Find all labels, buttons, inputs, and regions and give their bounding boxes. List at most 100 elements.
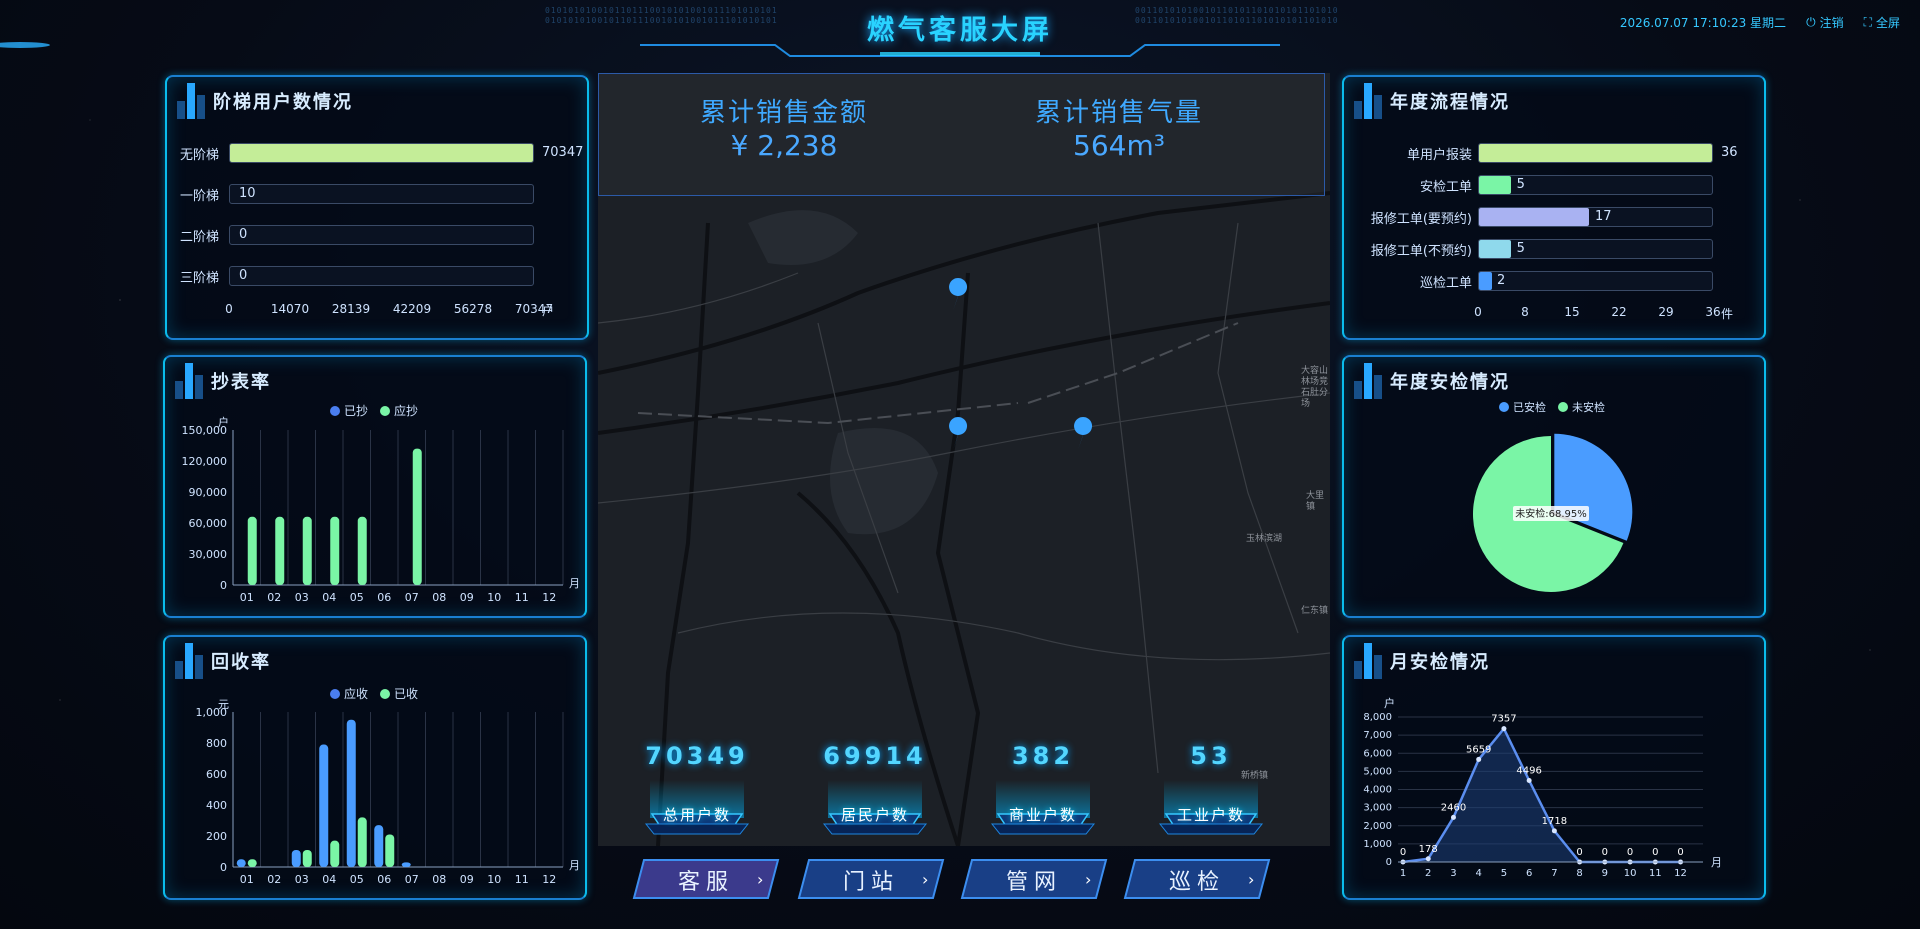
bar <box>385 834 395 867</box>
sales-summary: 累计销售金额 ¥ 2,238 累计销售气量 564m³ <box>598 73 1325 196</box>
kpi-card: 69914 居民户数 <box>810 742 940 836</box>
data-label: 0 <box>1576 847 1582 858</box>
recovery-rate-panel: 回收率 应收 已收 元 1,000 800 600 400 200 0 01 02 03 04 05 0… <box>163 635 587 900</box>
kpi-card: 382 商业户数 <box>978 742 1108 836</box>
panel-title: 阶梯用户数情况 <box>213 92 353 113</box>
x-tick-label: 10 <box>1624 868 1637 879</box>
bar-label: 安检工单 <box>1419 180 1472 195</box>
x-tick-label: 7 <box>1551 868 1557 879</box>
axis-tick-label: 22 <box>1611 305 1627 319</box>
axis-tick-label: 8 <box>1521 305 1529 319</box>
expand-icon: ⛶ <box>1863 15 1872 29</box>
pie-label: 未安检:68.95% <box>1515 507 1587 520</box>
x-tick-label: 12 <box>542 591 556 604</box>
bar-value: 36 <box>1721 145 1738 160</box>
monthly-line-chart: 户 8,000 7,000 6,000 5,000 4,000 3,000 2,000 1,00… <box>1363 696 1722 879</box>
bar <box>374 825 384 867</box>
x-tick-label: 12 <box>1674 868 1687 879</box>
page-title: 燃气客服大屏 <box>867 15 1053 46</box>
x-tick-label: 05 <box>350 591 364 604</box>
bar-value: 70347 <box>542 145 584 160</box>
kpi-podium: 居民户数 <box>820 780 930 836</box>
kpi-value: 70349 <box>645 742 749 770</box>
y-tick-label: 8,000 <box>1363 712 1392 723</box>
y-tick-label: 90,000 <box>189 486 228 499</box>
panel-title: 年度安检情况 <box>1390 372 1510 393</box>
panel-header: 阶梯用户数情况 <box>177 83 353 119</box>
y-tick-label: 0 <box>220 579 227 592</box>
binary-decor-left: 0101010100101101110010101001011101010101 <box>545 6 778 15</box>
axis-tick-label: 14070 <box>270 302 310 316</box>
bar-label: 三阶梯 <box>179 271 219 286</box>
fullscreen-button[interactable]: ⛶ 全屏 <box>1864 14 1900 31</box>
nav-button-3[interactable]: › 巡检 <box>1123 858 1271 900</box>
x-tick-label: 6 <box>1526 868 1532 879</box>
x-tick-label: 1 <box>1400 868 1406 879</box>
sales-gas-value: 564m³ <box>1073 129 1165 162</box>
bar-track[interactable] <box>1478 143 1713 163</box>
bar-label: 单用户报装 <box>1406 148 1472 163</box>
legend-item-unchecked[interactable]: 未安检 <box>1558 399 1605 415</box>
bar-label: 无阶梯 <box>179 148 219 163</box>
bar-track[interactable] <box>229 184 534 204</box>
bar-chart-icon <box>1354 363 1382 399</box>
header-actions: 2026.07.07 17:10:23 星期二 ⏻ 注销 ⛶ 全屏 <box>1620 14 1900 31</box>
bar <box>275 516 285 585</box>
bar <box>401 862 411 867</box>
logout-button[interactable]: ⏻ 注销 <box>1806 14 1844 31</box>
legend-item-checked[interactable]: 已安检 <box>1499 399 1546 415</box>
y-tick-label: 60,000 <box>189 517 228 530</box>
bar <box>291 849 301 867</box>
bar <box>247 516 257 585</box>
y-tick-label: 1,000 <box>1363 839 1392 850</box>
bar-track[interactable] <box>229 143 534 163</box>
datetime: 2026.07.07 17:10:23 星期二 <box>1619 16 1787 30</box>
bar <box>412 448 422 585</box>
bar-fill <box>1479 272 1492 290</box>
bar-track[interactable] <box>1478 271 1713 291</box>
y-tick-label: 2,000 <box>1363 821 1392 832</box>
bar-fill <box>1479 176 1512 194</box>
x-tick-label: 2 <box>1425 868 1431 879</box>
y-tick-label: 400 <box>206 799 227 812</box>
bar-label: 报修工单(要预约) <box>1370 212 1472 227</box>
annual-flow-panel: 年度流程情况 单用户报装 36 安检工单 5 报修工单(要预约) 17 报修工单(不预约) 5… <box>1342 75 1766 340</box>
x-tick-label: 10 <box>487 591 501 604</box>
bar <box>330 840 340 867</box>
x-axis-unit: 月 <box>1711 856 1722 869</box>
binary-decor-right-2: 00110101010010110101101010101101010 <box>1135 16 1339 25</box>
meter-bar-chart: 户150,000120,00090,00060,00030,000001 02 03… <box>182 415 581 604</box>
x-tick-label: 04 <box>322 873 336 886</box>
nav-button-1[interactable]: › 门站 <box>797 858 945 900</box>
bar-label: 二阶梯 <box>179 230 219 245</box>
sales-amount-value: ¥ 2,238 <box>730 129 838 162</box>
bar-label: 巡检工单 <box>1419 276 1472 291</box>
tier-users-panel: 阶梯用户数情况 无阶梯 70347 一阶梯 10 二阶梯 0 三阶梯 0 0 14070 2813… <box>165 75 589 340</box>
nav-button-label: 巡检 <box>1168 870 1225 895</box>
x-tick-label: 02 <box>267 873 281 886</box>
bar-track[interactable] <box>229 266 534 286</box>
data-label: 0 <box>1677 847 1683 858</box>
data-label: 178 <box>1419 844 1438 855</box>
x-tick-label: 07 <box>405 591 419 604</box>
axis-tick-label: 56278 <box>453 302 493 316</box>
bar-fill <box>1479 144 1712 162</box>
axis-tick-label: 28139 <box>331 302 371 316</box>
bar-track[interactable] <box>1478 175 1713 195</box>
kpi-value: 382 <box>1011 742 1075 770</box>
bar-track[interactable] <box>229 225 534 245</box>
line-area <box>1403 728 1681 862</box>
y-tick-label: 6,000 <box>1363 748 1392 759</box>
kpi-label: 居民户数 <box>840 806 909 824</box>
data-label: 2460 <box>1441 802 1466 813</box>
nav-button-2[interactable]: › 管网 <box>960 858 1108 900</box>
nav-button-0[interactable]: › 客服 <box>632 858 780 900</box>
bar-track[interactable] <box>1478 239 1713 259</box>
nav-button-label: 客服 <box>677 870 734 895</box>
axis-tick-label: 0 <box>1474 305 1482 319</box>
bar <box>346 719 356 867</box>
bar-chart-icon <box>177 83 205 119</box>
bar <box>247 859 257 867</box>
bar-value: 10 <box>239 186 256 201</box>
panel-header: 月安检情况 <box>1354 643 1490 679</box>
